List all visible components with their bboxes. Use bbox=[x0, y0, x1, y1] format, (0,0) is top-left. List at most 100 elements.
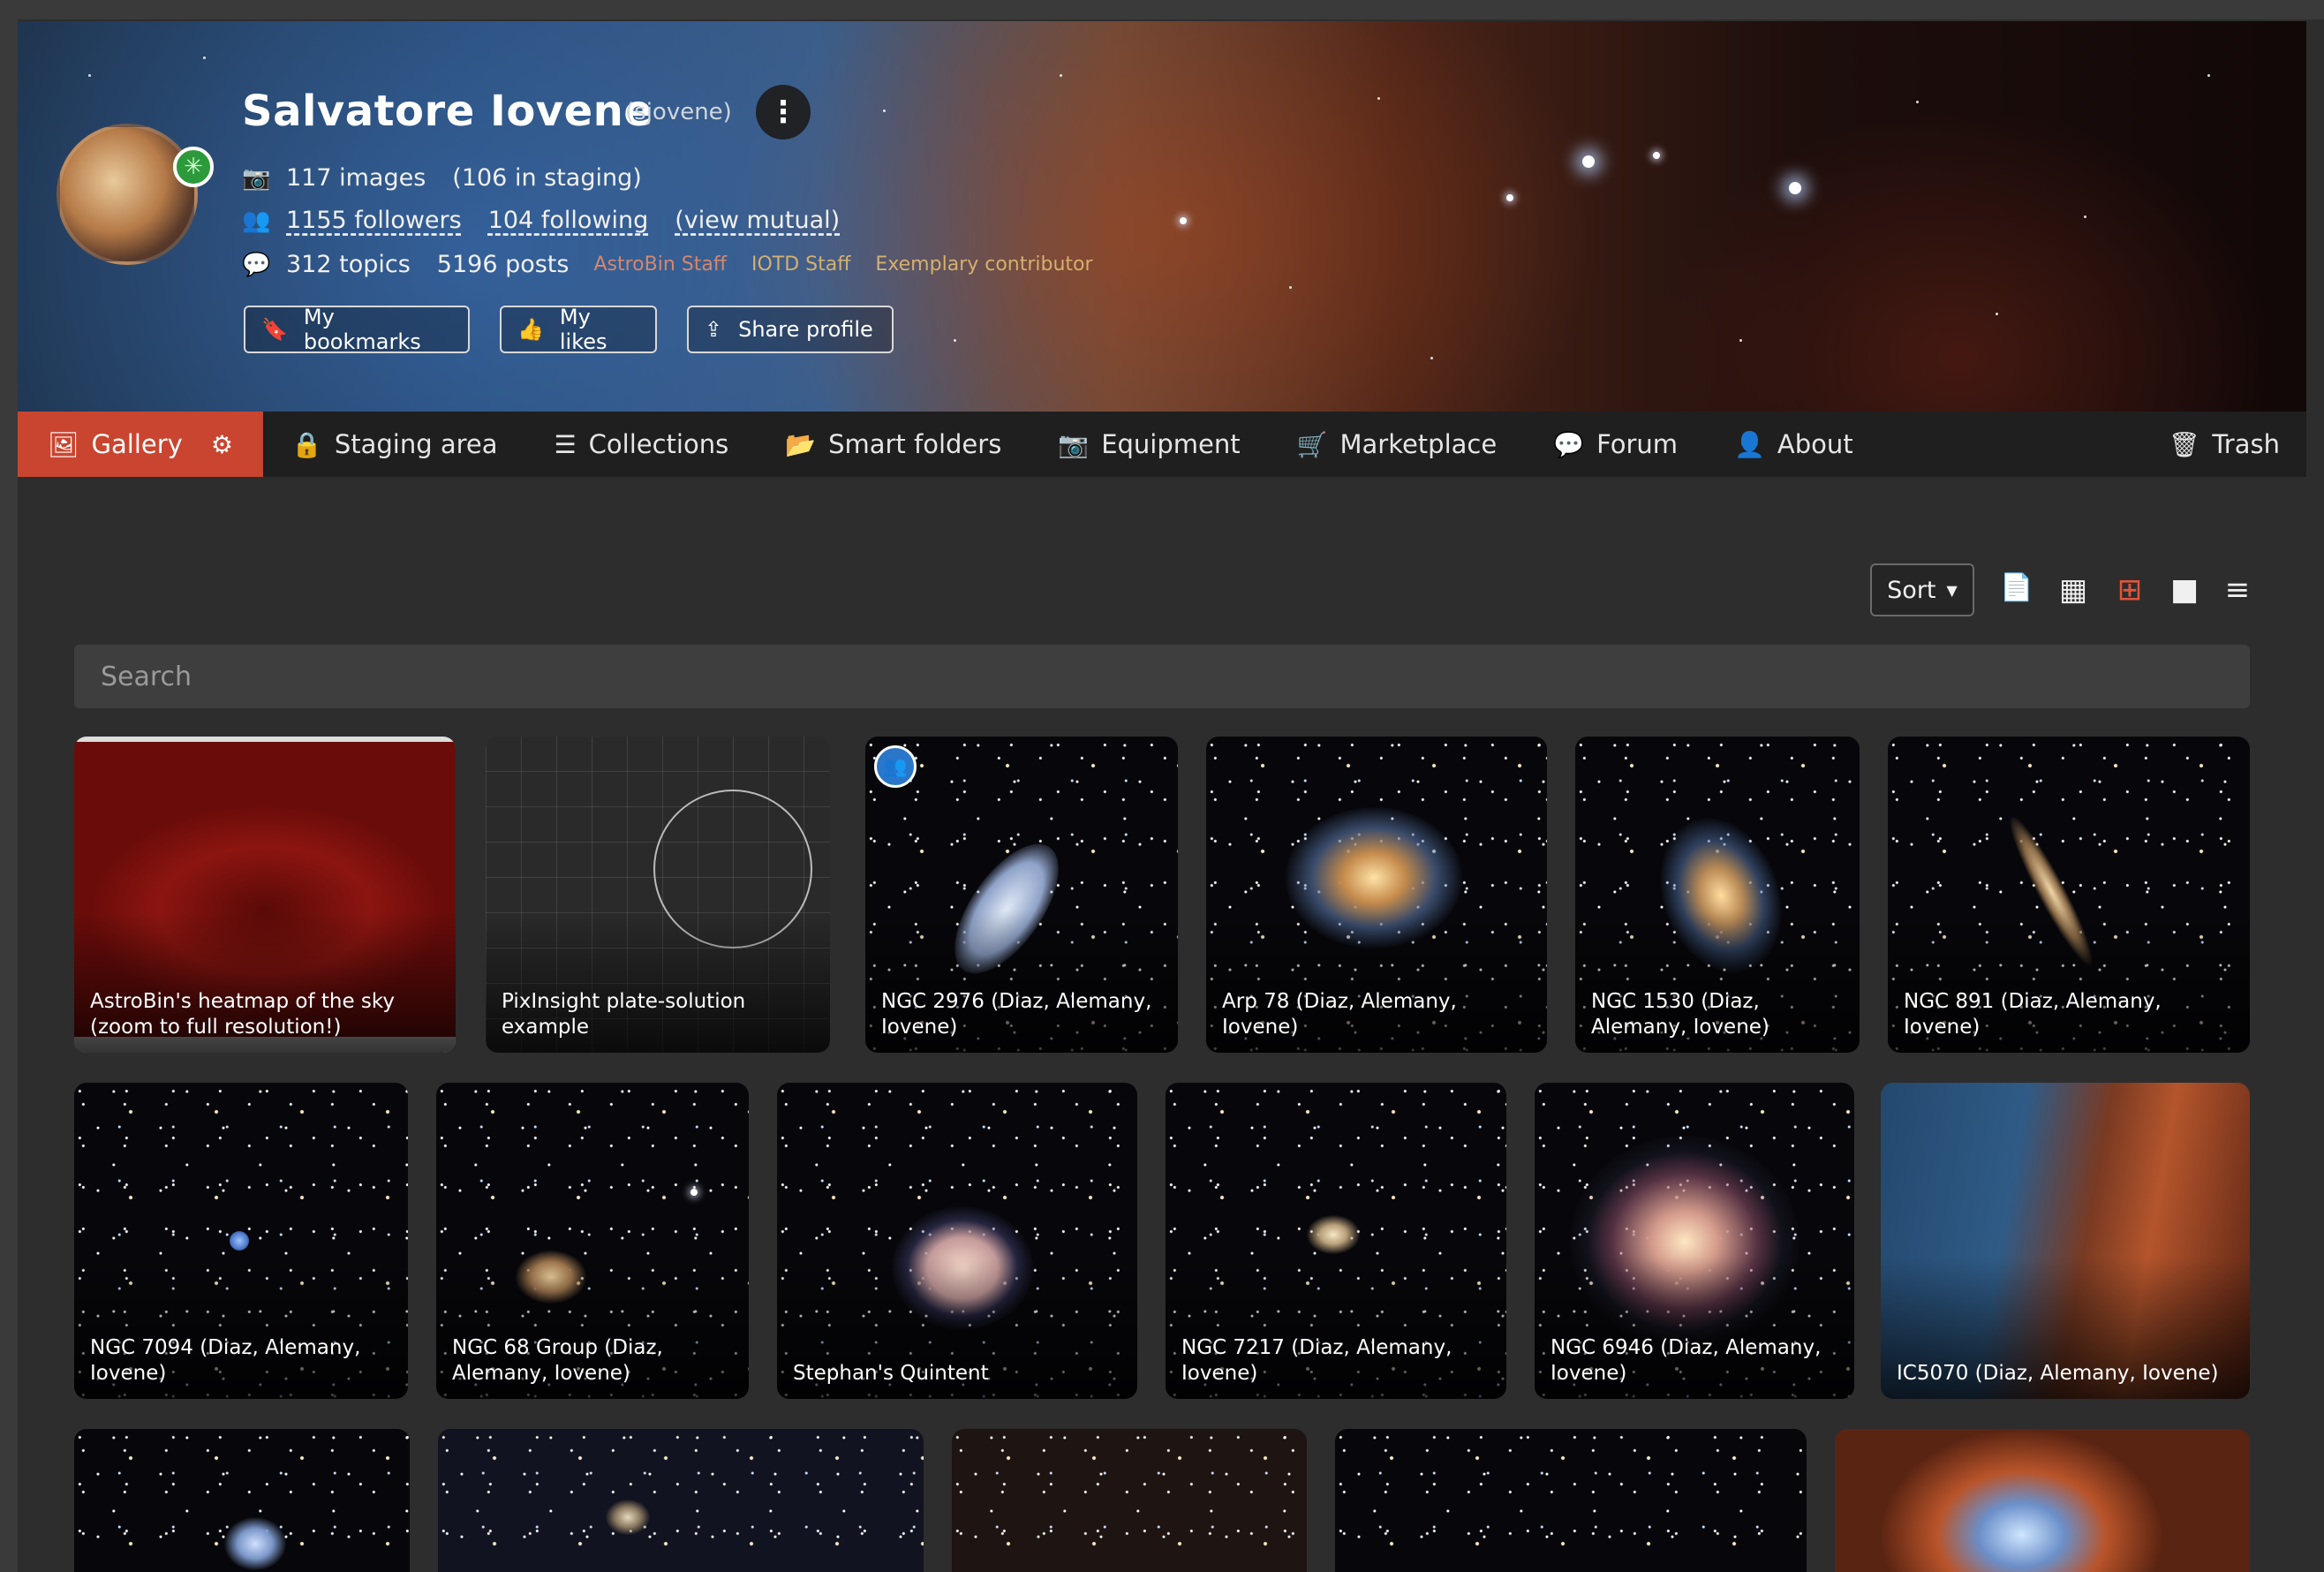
badge-iotd-staff: IOTD Staff bbox=[751, 253, 851, 276]
gallery-item-title: NGC 2976 (Diaz, Alemany, Iovene) bbox=[881, 990, 1152, 1039]
galaxy-shape bbox=[230, 1231, 249, 1251]
gallery-item-title: IC5070 (Diaz, Alemany, Iovene) bbox=[1897, 1362, 2219, 1385]
tab-smart-folders-label: Smart folders bbox=[828, 429, 1002, 459]
cover-star bbox=[1506, 194, 1513, 201]
gallery-item[interactable]: NGC 68 Group (Diaz, Alemany, Iovene) bbox=[436, 1083, 749, 1399]
followers-link[interactable]: 1155 followers bbox=[286, 207, 462, 234]
profile-name: Salvatore Iovene bbox=[242, 87, 653, 136]
cover-star bbox=[954, 339, 956, 342]
cover-star bbox=[1916, 101, 1919, 103]
gallery-item[interactable]: AstroBin's heatmap of the sky (zoom to f… bbox=[74, 737, 456, 1053]
tab-marketplace-label: Marketplace bbox=[1339, 429, 1498, 459]
sort-dropdown[interactable]: Sort ▼ bbox=[1870, 563, 1974, 616]
following-link[interactable]: 104 following bbox=[488, 207, 649, 234]
gallery-item[interactable]: NGC 7217 (Diaz, Alemany, Iovene) bbox=[1166, 1083, 1506, 1399]
grid-small-icon[interactable]: ▦ bbox=[2054, 572, 2093, 608]
share-profile-button[interactable]: ⇪ Share profile bbox=[687, 306, 894, 353]
tab-forum[interactable]: 💬 Forum bbox=[1525, 412, 1706, 477]
avatar[interactable] bbox=[57, 124, 198, 265]
tab-about[interactable]: 👤 About bbox=[1706, 412, 1882, 477]
gallery-item-title: AstroBin's heatmap of the sky (zoom to f… bbox=[90, 990, 395, 1039]
cover-star bbox=[1739, 339, 1742, 342]
window-left-edge bbox=[0, 0, 18, 1572]
images-count: 117 images bbox=[286, 164, 426, 192]
gallery-item[interactable]: NGC 1530 (Diaz, Alemany, Iovene) bbox=[1575, 737, 1860, 1053]
my-bookmarks-label: My bookmarks bbox=[303, 305, 421, 354]
list-icon[interactable]: ≡ bbox=[2218, 572, 2257, 608]
galaxy-shape bbox=[1307, 1215, 1360, 1254]
tab-equipment-label: Equipment bbox=[1101, 429, 1241, 459]
online-status-icon: ✳ bbox=[173, 147, 214, 187]
cover-star bbox=[1060, 74, 1062, 77]
profile-username: (sjovene) bbox=[625, 99, 732, 125]
tab-collections-label: Collections bbox=[588, 429, 729, 459]
cover-star bbox=[1582, 155, 1595, 168]
image-top-border bbox=[74, 737, 456, 742]
cover-star bbox=[1377, 97, 1380, 100]
lock-icon: 🔒 bbox=[290, 429, 322, 459]
cover-star bbox=[1180, 217, 1187, 224]
gallery-item[interactable] bbox=[74, 1429, 410, 1572]
gallery-item[interactable]: 👥 NGC 2976 (Diaz, Alemany, Iovene) bbox=[865, 737, 1178, 1053]
gallery-item-title: NGC 891 (Diaz, Alemany, Iovene) bbox=[1904, 990, 2162, 1039]
layers-icon: ☰ bbox=[554, 429, 577, 459]
gallery-item[interactable] bbox=[1835, 1429, 2250, 1572]
tab-marketplace[interactable]: 🛒 Marketplace bbox=[1269, 412, 1526, 477]
tab-trash[interactable]: 🗑 Trash bbox=[2140, 412, 2306, 477]
gear-icon[interactable]: ⚙ bbox=[211, 430, 233, 459]
gallery-item-title: NGC 7094 (Diaz, Alemany, Iovene) bbox=[90, 1336, 361, 1385]
csv-export-icon[interactable]: 📄 bbox=[1997, 572, 2036, 603]
gallery-item[interactable]: NGC 891 (Diaz, Alemany, Iovene) bbox=[1888, 737, 2250, 1053]
tab-equipment[interactable]: 📷 Equipment bbox=[1030, 412, 1268, 477]
cart-icon: 🛒 bbox=[1296, 429, 1328, 459]
group-icon: 👥 bbox=[874, 745, 917, 788]
badge-exemplary-contributor: Exemplary contributor bbox=[875, 253, 1093, 276]
my-bookmarks-button[interactable]: 🔖 My bookmarks bbox=[244, 305, 470, 354]
tab-gallery[interactable]: 🖼 Gallery ⚙ bbox=[18, 412, 263, 477]
gallery-item[interactable]: PixInsight plate-solution example bbox=[486, 737, 830, 1053]
gallery-item[interactable]: Arp 78 (Diaz, Alemany, Iovene) bbox=[1206, 737, 1547, 1053]
thumbs-up-icon: 👍 bbox=[517, 317, 544, 342]
cover-star bbox=[1996, 313, 1998, 315]
tab-staging-area[interactable]: 🔒 Staging area bbox=[263, 412, 526, 477]
gallery-item[interactable]: NGC 6946 (Diaz, Alemany, Iovene) bbox=[1535, 1083, 1854, 1399]
cover-star bbox=[2084, 215, 2086, 218]
bookmark-icon: 🔖 bbox=[261, 317, 288, 342]
gallery-item[interactable] bbox=[1335, 1429, 1807, 1572]
sort-label: Sort bbox=[1887, 576, 1936, 604]
gallery-item-title: Arp 78 (Diaz, Alemany, Iovene) bbox=[1222, 990, 1457, 1039]
gallery-item-title: NGC 1530 (Diaz, Alemany, Iovene) bbox=[1591, 990, 1769, 1039]
gallery-item[interactable] bbox=[952, 1429, 1307, 1572]
images-icon: 🖼 bbox=[48, 429, 79, 459]
tab-staging-label: Staging area bbox=[334, 429, 498, 459]
gallery-item[interactable]: IC5070 (Diaz, Alemany, Iovene) bbox=[1881, 1083, 2250, 1399]
user-icon: 👤 bbox=[1734, 429, 1765, 459]
camera-icon: 📷 bbox=[242, 164, 271, 192]
view-mutual-link[interactable]: (view mutual) bbox=[675, 207, 840, 234]
cover-star bbox=[88, 74, 91, 77]
comments-icon: 💬 bbox=[1553, 429, 1585, 459]
cover-star bbox=[883, 110, 886, 112]
tab-gallery-label: Gallery bbox=[91, 429, 183, 459]
single-icon[interactable]: ■ bbox=[2165, 572, 2204, 608]
cover-star bbox=[2207, 74, 2210, 77]
gallery-item[interactable]: Stephan's Quintent bbox=[777, 1083, 1137, 1399]
tab-smart-folders[interactable]: 📂 Smart folders bbox=[757, 412, 1030, 477]
comments-icon: 💬 bbox=[242, 251, 271, 278]
galaxy-shape bbox=[224, 1517, 286, 1570]
gallery-item[interactable] bbox=[438, 1429, 924, 1572]
grid-large-icon[interactable]: ⊞ bbox=[2110, 572, 2149, 608]
share-profile-label: Share profile bbox=[738, 317, 873, 342]
tab-collections[interactable]: ☰ Collections bbox=[526, 412, 758, 477]
folder-open-icon: 📂 bbox=[785, 429, 817, 459]
search-input[interactable] bbox=[74, 645, 2250, 708]
more-options-button[interactable]: ⋮ bbox=[756, 85, 811, 140]
gallery-item-title: NGC 7217 (Diaz, Alemany, Iovene) bbox=[1181, 1336, 1452, 1385]
my-likes-label: My likes bbox=[559, 305, 607, 354]
gallery-item-title: Stephan's Quintent bbox=[793, 1362, 989, 1385]
my-likes-button[interactable]: 👍 My likes bbox=[500, 305, 657, 354]
posts-count: 5196 posts bbox=[436, 251, 570, 278]
cover-star bbox=[1289, 286, 1292, 289]
gallery-item[interactable]: NGC 7094 (Diaz, Alemany, Iovene) bbox=[74, 1083, 408, 1399]
window-top-strip bbox=[0, 0, 2324, 19]
